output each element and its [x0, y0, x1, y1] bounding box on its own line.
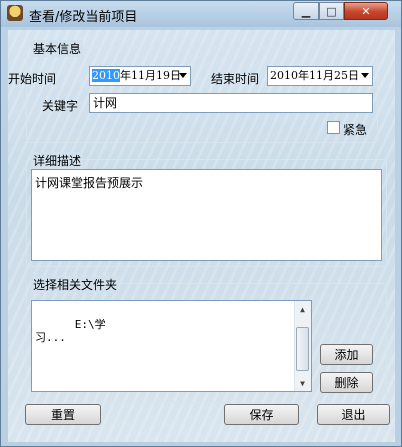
dialog-window: 查看/修改当前项目 ▁ □ ✕ 基本信息 开始时间 2010年11月19日 结束…: [0, 0, 402, 447]
folder-list-text: E:\学 习...: [35, 318, 106, 344]
keyword-input[interactable]: 计网: [89, 93, 373, 113]
start-date-picker[interactable]: 2010年11月19日: [89, 66, 191, 86]
start-date-year-selected: 2010: [92, 69, 120, 82]
detail-textarea[interactable]: 计网课堂报告预展示: [31, 169, 382, 261]
urgent-label: 紧急: [343, 123, 368, 137]
scroll-down-icon[interactable]: ▼: [295, 375, 310, 391]
dialog-client-area: 基本信息 开始时间 2010年11月19日 结束时间 2010年11月25日 关…: [8, 30, 395, 442]
keyword-label: 关键字: [42, 99, 79, 113]
close-icon: ✕: [361, 4, 371, 18]
delete-folder-button[interactable]: 删除: [320, 372, 373, 393]
scroll-up-icon[interactable]: ▲: [295, 301, 310, 317]
urgent-checkbox[interactable]: [327, 121, 340, 134]
minimize-icon: ▁: [301, 4, 311, 18]
detail-group-label: 详细描述: [31, 152, 84, 169]
reset-button[interactable]: 重置: [25, 404, 101, 425]
end-date-value: 2010年11月25日: [270, 69, 359, 82]
end-date-picker[interactable]: 2010年11月25日: [267, 66, 373, 86]
folder-list-scrollbar[interactable]: ▲ ▼: [294, 301, 311, 391]
basic-info-group-label: 基本信息: [31, 40, 84, 57]
maximize-button[interactable]: □: [319, 2, 344, 20]
end-time-label: 结束时间: [211, 72, 260, 86]
folder-group-label: 选择相关文件夹: [31, 276, 120, 293]
title-bar[interactable]: 查看/修改当前项目 ▁ □ ✕: [1, 1, 401, 27]
app-icon: [7, 5, 23, 21]
minimize-button[interactable]: ▁: [293, 2, 319, 20]
chevron-down-icon: [179, 73, 187, 78]
add-folder-button[interactable]: 添加: [320, 344, 373, 365]
start-date-rest: 年11月19日: [120, 69, 181, 82]
close-button[interactable]: ✕: [344, 2, 388, 20]
maximize-icon: □: [326, 4, 337, 18]
save-button[interactable]: 保存: [224, 404, 299, 425]
chevron-down-icon: [361, 73, 369, 78]
exit-button[interactable]: 退出: [317, 404, 390, 425]
scroll-thumb[interactable]: [296, 327, 309, 371]
start-time-label: 开始时间: [8, 72, 57, 86]
window-title: 查看/修改当前项目: [29, 10, 138, 25]
folder-list[interactable]: E:\学 习... ▲ ▼: [31, 300, 312, 392]
